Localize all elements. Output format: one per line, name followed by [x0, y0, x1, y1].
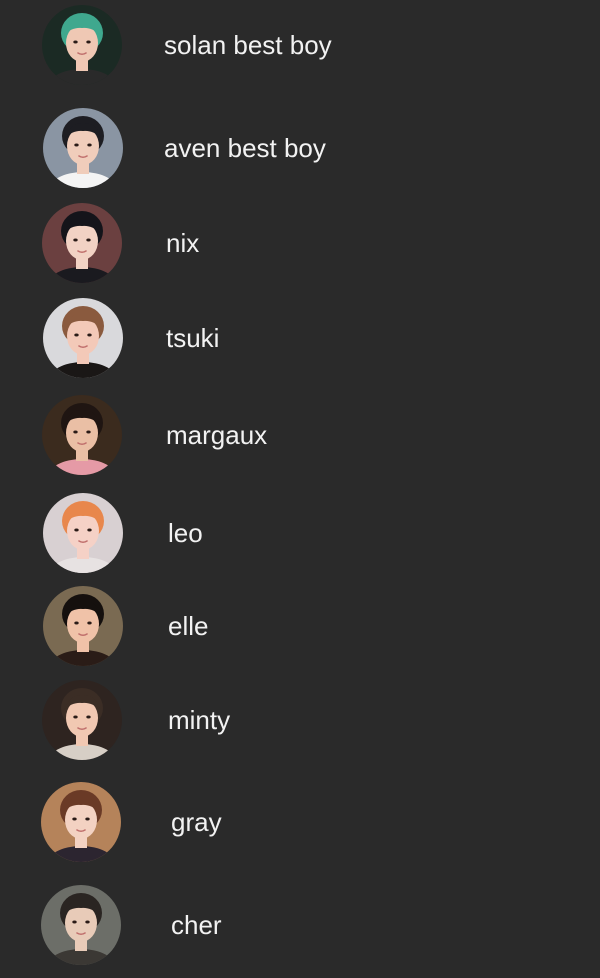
contact-name: minty [168, 705, 231, 735]
contact-name: gray [171, 807, 222, 837]
avatar[interactable] [42, 395, 122, 475]
contact-item-solan[interactable]: solan best boy [0, 0, 600, 90]
contact-item-nix[interactable]: nix [0, 198, 600, 288]
contact-name: leo [168, 518, 203, 548]
contact-name: cher [171, 910, 222, 940]
contact-list: solan best boy aven best boy nix tsuki m… [0, 0, 600, 978]
contact-item-tsuki[interactable]: tsuki [0, 293, 600, 383]
contact-item-gray[interactable]: gray [0, 777, 600, 867]
contact-name: elle [168, 611, 209, 641]
avatar[interactable] [43, 493, 123, 573]
contact-name: solan best boy [164, 30, 332, 60]
avatar[interactable] [43, 586, 123, 666]
avatar[interactable] [42, 680, 122, 760]
avatar[interactable] [42, 203, 122, 283]
avatar[interactable] [41, 782, 121, 862]
contact-name: aven best boy [164, 133, 326, 163]
avatar[interactable] [43, 298, 123, 378]
contact-item-aven[interactable]: aven best boy [0, 103, 600, 193]
avatar[interactable] [43, 108, 123, 188]
contact-item-leo[interactable]: leo [0, 488, 600, 578]
contact-item-margaux[interactable]: margaux [0, 390, 600, 480]
contact-name: tsuki [166, 323, 220, 353]
contact-name: nix [166, 228, 200, 258]
contact-item-elle[interactable]: elle [0, 581, 600, 671]
contact-item-cher[interactable]: cher [0, 880, 600, 970]
contact-item-minty[interactable]: minty [0, 675, 600, 765]
contact-name: margaux [166, 420, 268, 450]
avatar[interactable] [42, 5, 122, 85]
avatar[interactable] [41, 885, 121, 965]
